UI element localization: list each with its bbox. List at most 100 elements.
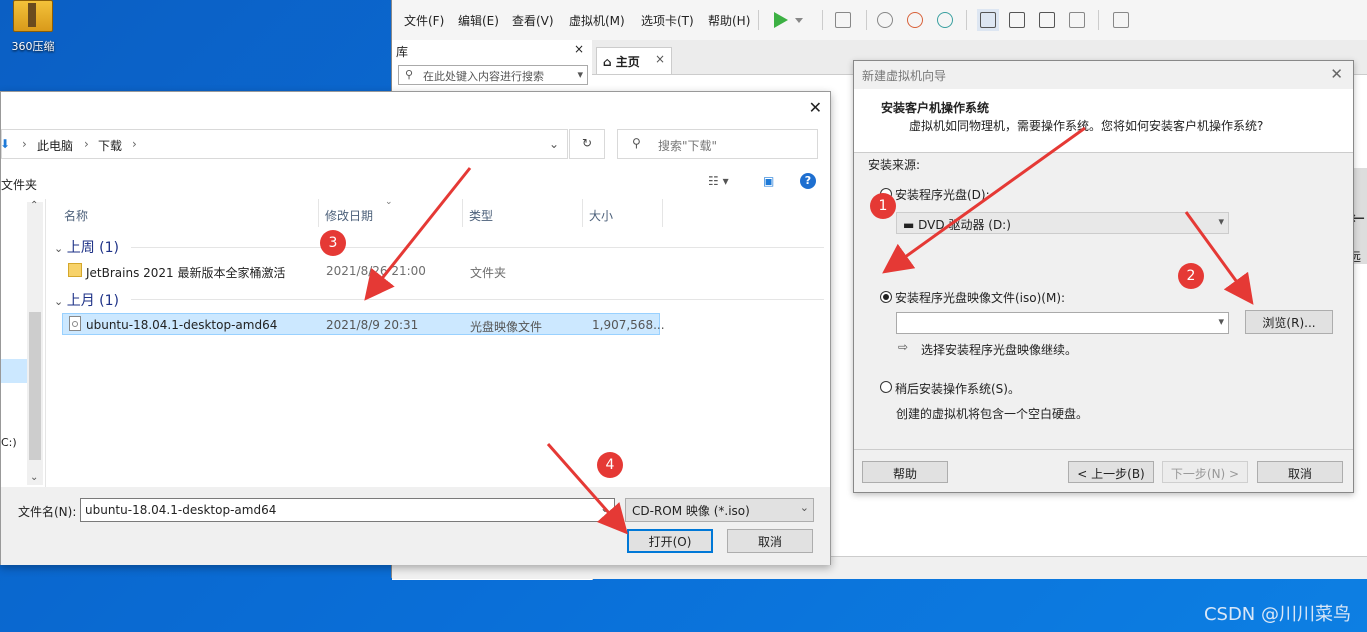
browse-button[interactable]: 浏览(R)... bbox=[1245, 310, 1333, 334]
back-button[interactable]: < 上一步(B) bbox=[1068, 461, 1154, 483]
toolbar-separator bbox=[758, 10, 759, 30]
filetype-select[interactable]: CD-ROM 映像 (*.iso) ⌄ bbox=[625, 498, 814, 522]
toolbar-separator bbox=[866, 10, 867, 30]
menu-file[interactable]: 文件(F) bbox=[404, 12, 444, 29]
chevron-down-icon: ⌄ bbox=[54, 242, 67, 255]
iso-path-input[interactable]: ▾ bbox=[896, 312, 1229, 334]
dialog-cancel-button[interactable]: 取消 bbox=[727, 529, 813, 553]
divider bbox=[854, 449, 1353, 450]
wizard-close-icon[interactable]: ✕ bbox=[1330, 65, 1343, 83]
revert-snapshot-icon[interactable] bbox=[904, 9, 926, 31]
file-search-placeholder: 搜索"下载" bbox=[658, 139, 718, 153]
install-source-label: 安装来源: bbox=[868, 158, 921, 172]
menu-vm[interactable]: 虚拟机(M) bbox=[569, 12, 625, 29]
menu-bar: 文件(F) 编辑(E) 查看(V) 虚拟机(M) 选项卡(T) 帮助(H) bbox=[392, 0, 1367, 41]
nav-scrollbar[interactable]: ⌃ ⌄ bbox=[27, 200, 43, 485]
scrollbar-thumb[interactable] bbox=[29, 312, 41, 460]
show-library-icon[interactable] bbox=[977, 9, 999, 31]
preview-pane-icon[interactable]: ▣ bbox=[763, 174, 774, 188]
group-last-month-label: 上月 (1) bbox=[66, 293, 119, 309]
column-name[interactable]: 名称 bbox=[58, 199, 319, 227]
tab-close-icon[interactable]: × bbox=[655, 52, 665, 66]
radio-iso-image[interactable] bbox=[880, 291, 892, 303]
open-button[interactable]: 打开(O) bbox=[627, 529, 713, 553]
file-name: JetBrains 2021 最新版本全家桶激活 bbox=[86, 266, 286, 280]
group-last-week-label: 上周 (1) bbox=[66, 240, 119, 256]
annotation-badge-3: 3 bbox=[320, 230, 346, 256]
menu-edit[interactable]: 编辑(E) bbox=[458, 12, 499, 29]
console-view-icon[interactable] bbox=[1110, 9, 1132, 31]
power-on-icon[interactable] bbox=[770, 9, 792, 31]
breadcrumb-this-pc[interactable]: 此电脑 bbox=[37, 137, 73, 154]
library-search-input[interactable]: ⚲ 在此处键入内容进行搜索 ▾ bbox=[398, 65, 588, 85]
chevron-down-icon[interactable]: ▾ bbox=[1218, 315, 1224, 328]
column-type[interactable]: 类型 bbox=[463, 199, 583, 227]
file-date: 2021/8/9 20:31 bbox=[326, 318, 419, 332]
arrow-down-icon: ⬇ bbox=[0, 137, 11, 151]
nav-selected-item[interactable] bbox=[1, 359, 27, 383]
help-button[interactable]: 帮助 bbox=[862, 461, 948, 483]
snapshot-manager-icon[interactable] bbox=[934, 9, 956, 31]
toolbar-separator bbox=[1098, 10, 1099, 30]
file-open-dialog: ✕ ⬇ › 此电脑 › 下载 › ⌄ ↻ ⚲ 搜索"下载" 文件夹 ☷ ▾ ▣ … bbox=[0, 91, 831, 565]
group-divider bbox=[131, 247, 824, 248]
folder-icon bbox=[68, 263, 82, 277]
group-divider bbox=[131, 299, 824, 300]
annotation-badge-4: 4 bbox=[597, 452, 623, 478]
file-search-input[interactable]: ⚲ 搜索"下载" bbox=[617, 129, 818, 159]
breadcrumb-separator-icon: › bbox=[84, 137, 89, 151]
chevron-down-icon: ▾ bbox=[1218, 215, 1224, 228]
thumbnail-bar-icon[interactable] bbox=[1006, 9, 1028, 31]
breadcrumb-separator-icon: › bbox=[22, 137, 27, 151]
help-icon[interactable]: ? bbox=[800, 173, 816, 189]
filename-input[interactable]: ubuntu-18.04.1-desktop-amd64 ⌄ bbox=[80, 498, 615, 522]
radio-install-later[interactable] bbox=[880, 381, 892, 393]
breadcrumb-separator-icon: › bbox=[132, 137, 137, 151]
file-row[interactable]: JetBrains 2021 最新版本全家桶激活 2021/8/26 21:00… bbox=[62, 260, 660, 282]
column-size[interactable]: 大小 bbox=[583, 199, 663, 227]
search-icon: ⚲ bbox=[632, 136, 641, 150]
address-bar[interactable]: ⬇ › 此电脑 › 下载 › ⌄ bbox=[0, 129, 568, 159]
file-date: 2021/8/26 21:00 bbox=[326, 264, 426, 278]
library-search-placeholder: 在此处键入内容进行搜索 bbox=[423, 70, 544, 83]
chevron-down-icon: ⌄ bbox=[799, 501, 809, 514]
group-last-month[interactable]: ⌄ 上月 (1) bbox=[54, 290, 119, 310]
tab-home[interactable]: ⌂ 主页 × bbox=[596, 47, 672, 74]
view-options-icon[interactable]: ☷ ▾ bbox=[708, 174, 729, 188]
snapshot-icon[interactable] bbox=[874, 9, 896, 31]
wizard-cancel-button[interactable]: 取消 bbox=[1257, 461, 1343, 483]
column-date[interactable]: 修改日期 ⌄ bbox=[319, 197, 463, 227]
menu-tabs[interactable]: 选项卡(T) bbox=[641, 12, 694, 29]
file-type: 文件夹 bbox=[470, 266, 507, 280]
home-icon: ⌂ bbox=[603, 55, 612, 69]
watermark: CSDN @川川菜鸟 bbox=[1203, 604, 1351, 625]
full-screen-icon[interactable] bbox=[1036, 9, 1058, 31]
close-icon[interactable]: ✕ bbox=[809, 98, 822, 117]
chevron-down-icon[interactable]: ⌄ bbox=[549, 137, 559, 151]
group-last-week[interactable]: ⌄ 上周 (1) bbox=[54, 237, 119, 257]
wizard-header: 安装客户机操作系统 虚拟机如同物理机，需要操作系统。您将如何安装客户机操作系统? bbox=[854, 89, 1353, 153]
refresh-icon[interactable]: ↻ bbox=[569, 129, 605, 159]
toolbar-separator bbox=[966, 10, 967, 30]
library-close-icon[interactable]: × bbox=[574, 42, 584, 56]
iso-hint: 选择安装程序光盘映像继续。 bbox=[921, 343, 1078, 357]
chevron-down-icon[interactable]: ▾ bbox=[577, 68, 583, 81]
nav-drive-label[interactable]: C:) bbox=[1, 436, 17, 449]
dropdown-arrow-icon[interactable] bbox=[792, 9, 806, 31]
menu-view[interactable]: 查看(V) bbox=[512, 12, 554, 29]
file-row-selected[interactable]: ubuntu-18.04.1-desktop-amd64 2021/8/9 20… bbox=[62, 313, 665, 335]
scroll-down-icon[interactable]: ⌄ bbox=[30, 472, 38, 483]
tab-home-label: 主页 bbox=[615, 55, 640, 69]
chevron-down-icon[interactable]: ⌄ bbox=[600, 501, 610, 515]
scroll-up-icon[interactable]: ⌃ bbox=[30, 200, 38, 211]
menu-help[interactable]: 帮助(H) bbox=[708, 12, 750, 29]
dialog-toolbar: 文件夹 ☷ ▾ ▣ ? bbox=[1, 172, 830, 194]
unity-icon[interactable] bbox=[1066, 9, 1088, 31]
send-ctrl-alt-del-icon[interactable] bbox=[832, 9, 854, 31]
annotation-badge-2: 2 bbox=[1178, 263, 1204, 289]
new-folder-button[interactable]: 文件夹 bbox=[1, 176, 37, 193]
breadcrumb-downloads[interactable]: 下载 bbox=[98, 137, 122, 154]
dialog-footer: 文件名(N): ubuntu-18.04.1-desktop-amd64 ⌄ C… bbox=[1, 487, 830, 565]
desktop-icon-360zip[interactable]: 360压缩 bbox=[8, 0, 58, 54]
wizard-subheading: 虚拟机如同物理机，需要操作系统。您将如何安装客户机操作系统? bbox=[909, 119, 1264, 133]
